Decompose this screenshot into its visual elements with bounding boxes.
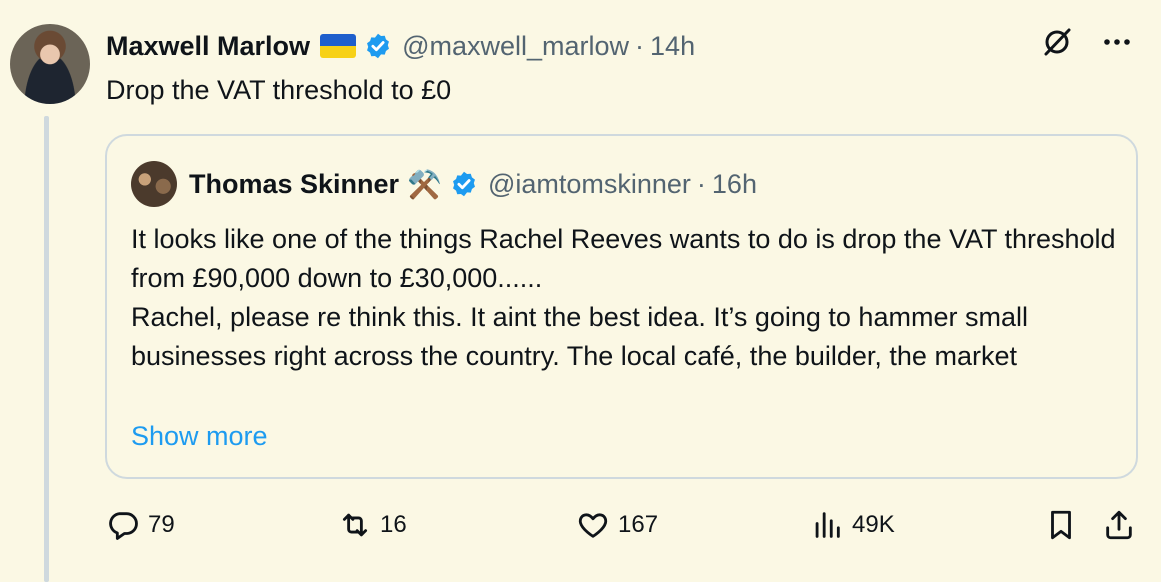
grok-icon[interactable] — [1041, 26, 1073, 58]
tweet-header: Maxwell Marlow @maxwell_marlow · 14h — [106, 28, 695, 64]
repost-count: 16 — [380, 511, 407, 538]
show-more-link[interactable]: Show more — [131, 418, 268, 454]
views-count: 49K — [852, 511, 895, 538]
repost-button[interactable]: 16 — [338, 505, 407, 545]
more-icon[interactable] — [1101, 26, 1133, 58]
quoted-author-name: Thomas Skinner — [189, 168, 400, 199]
share-icon — [1106, 510, 1132, 540]
like-icon — [578, 513, 608, 538]
quoted-author-handle: @iamtomskinner — [487, 168, 691, 199]
reply-count: 79 — [148, 511, 175, 538]
hammer-pick-emoji: ⚒️ — [407, 168, 442, 200]
verified-badge-icon — [367, 33, 390, 59]
like-count: 167 — [618, 511, 659, 538]
separator-dot: · — [635, 30, 645, 61]
reply-icon — [109, 512, 138, 540]
reply-button[interactable]: 79 — [106, 505, 175, 545]
timestamp[interactable]: 14h — [650, 31, 695, 62]
author-name[interactable]: Maxwell Marlow — [106, 31, 310, 62]
tweet-text: Drop the VAT threshold to £0 — [106, 75, 452, 105]
bookmark-icon — [1051, 510, 1071, 540]
quoted-tweet[interactable]: Thomas Skinner ⚒️ @iamtomskinner · 16h I… — [105, 134, 1138, 479]
quoted-timestamp: 16h — [711, 168, 757, 199]
author-handle[interactable]: @maxwell_marlow — [402, 31, 629, 62]
tweet-actions: 79 16 167 49K — [106, 505, 1138, 545]
thread-line — [44, 116, 49, 582]
repost-icon — [342, 513, 368, 537]
avatar[interactable] — [10, 24, 90, 104]
ukraine-flag-icon — [320, 34, 357, 58]
views-button[interactable]: 49K — [810, 505, 895, 545]
quoted-avatar — [131, 161, 177, 207]
bookmark-button[interactable] — [1044, 505, 1078, 545]
like-button[interactable]: 167 — [576, 505, 658, 545]
quoted-tweet-text: It looks like one of the things Rachel R… — [131, 224, 1116, 371]
share-button[interactable] — [1102, 505, 1136, 545]
views-icon — [815, 512, 840, 538]
quoted-tweet-header: Thomas Skinner ⚒️ @iamtomskinner · 16h — [131, 160, 757, 208]
separator-dot: · — [696, 168, 706, 199]
top-actions — [1041, 26, 1133, 58]
verified-badge-icon — [452, 171, 475, 197]
